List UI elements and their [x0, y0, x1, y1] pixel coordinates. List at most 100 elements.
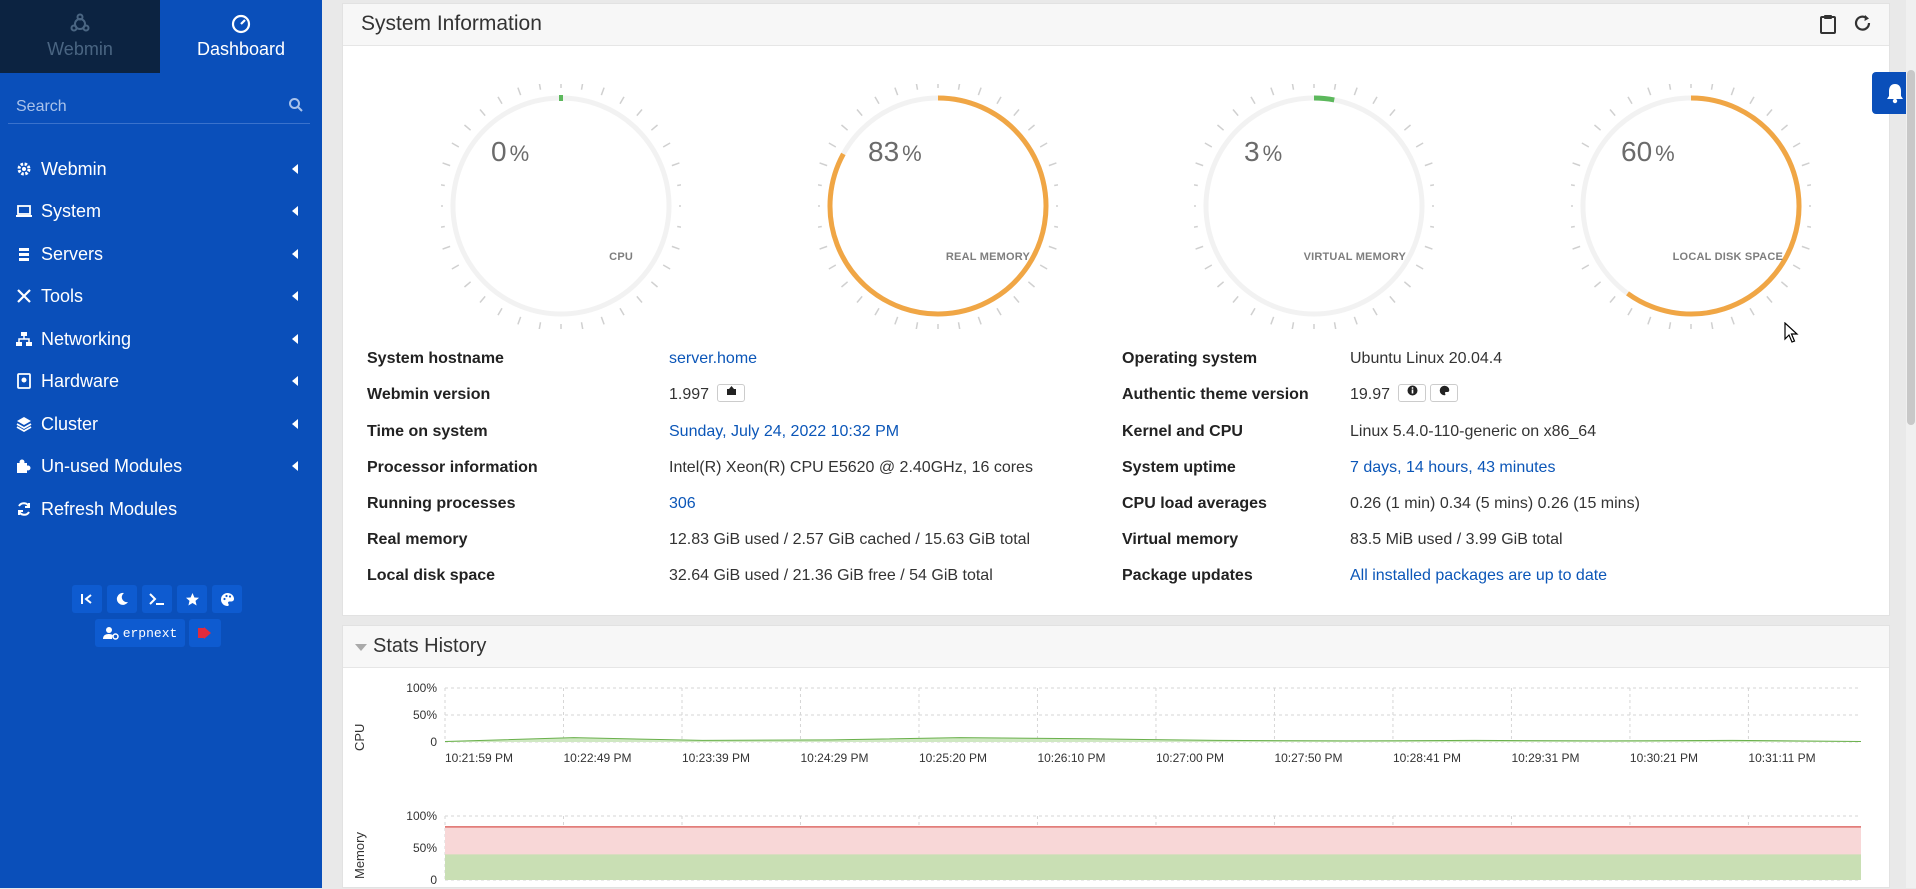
gauge-tick — [1389, 108, 1396, 117]
gauge-tick — [819, 162, 828, 167]
sidebar-item-unused-modules[interactable]: Un-used Modules — [0, 446, 322, 486]
sidebar-item-tools[interactable]: Tools — [0, 276, 322, 316]
x-tick-label: 10:26:10 PM — [1037, 751, 1105, 765]
sidebar-item-networking[interactable]: Networking — [0, 319, 322, 359]
gauge-local-disk-dial — [1571, 84, 1811, 329]
info-key: Webmin version — [367, 386, 491, 403]
gauge-tick — [619, 96, 625, 105]
night-mode-button[interactable] — [107, 585, 137, 613]
time-link[interactable]: Sunday, July 24, 2022 10:32 PM — [669, 423, 899, 441]
info-icon — [1407, 385, 1418, 396]
sidebar-item-label: System — [41, 201, 102, 221]
logout-button[interactable] — [189, 619, 221, 647]
gauge-tick — [1430, 184, 1434, 187]
gauge-tick — [1270, 87, 1275, 96]
gauge-tick — [915, 322, 919, 329]
gauge-cpu-value: 0% — [491, 136, 529, 168]
system-information-title: System Information — [361, 12, 542, 35]
stats-history-header[interactable]: Stats History — [343, 626, 1889, 668]
user-button[interactable]: erpnext — [95, 619, 185, 647]
x-tick-label: 10:28:41 PM — [1393, 751, 1461, 765]
gauge-tick — [1593, 281, 1602, 288]
gauge-tick — [1807, 184, 1811, 187]
sidebar-item-refresh-modules[interactable]: Refresh Modules — [0, 489, 322, 529]
switch-dashboard-label: Dashboard — [196, 39, 286, 59]
palette-icon — [1439, 385, 1449, 396]
gauge-tick — [1039, 142, 1048, 148]
gauge-tick — [1195, 245, 1204, 250]
gauge-tick — [442, 162, 451, 167]
package-updates-link[interactable]: All installed packages are up to date — [1350, 567, 1607, 585]
gauge-tick — [1353, 87, 1358, 96]
info-row: Local disk space 32.64 GiB used / 21.36 … — [367, 567, 1867, 589]
reload-icon[interactable] — [1853, 14, 1873, 34]
gauge-tick — [1216, 124, 1225, 131]
theme-button[interactable] — [212, 585, 242, 613]
x-tick-label: 10:22:49 PM — [563, 751, 631, 765]
caret-left-icon — [292, 164, 298, 174]
sidebar-item-label: Hardware — [41, 371, 120, 391]
favorites-button[interactable] — [177, 585, 207, 613]
database-icon — [19, 248, 29, 261]
gauge-local-disk-value: 60% — [1621, 136, 1675, 168]
sidebar-item-label: Servers — [41, 244, 104, 264]
gauge-tick — [1710, 322, 1714, 329]
stats-history-panel: Stats History CPU Memory 100% 50% 0 10:21:5… — [342, 625, 1890, 888]
theme-info-button[interactable] — [1398, 384, 1427, 402]
gauge-tick — [1353, 316, 1358, 325]
gauge-tick — [828, 142, 837, 148]
switch-dashboard[interactable]: Dashboard — [160, 0, 322, 73]
sidebar-item-system[interactable]: System — [0, 191, 322, 231]
gauge-tick — [1333, 84, 1337, 90]
caret-left-icon — [292, 376, 298, 386]
gauge-value-number: 3 — [1244, 136, 1260, 167]
gauge-tick — [600, 87, 605, 96]
info-value: 12.83 GiB used / 2.57 GiB cached / 15.63… — [669, 531, 1031, 548]
gauge-tick — [1027, 281, 1036, 288]
x-tick-label: 10:24:29 PM — [800, 751, 868, 765]
search-icon[interactable] — [288, 97, 304, 113]
caret-left-icon — [292, 249, 298, 259]
sidebar-item-label: Tools — [41, 286, 84, 306]
info-key: CPU load averages — [1122, 495, 1267, 512]
switch-webmin[interactable]: Webmin — [0, 0, 160, 73]
gauge-tick — [1710, 84, 1714, 90]
clipboard-icon[interactable] — [1819, 14, 1837, 34]
info-key: Local disk space — [367, 567, 496, 584]
terminal-button[interactable] — [142, 585, 172, 613]
gauge-tick — [1571, 184, 1575, 187]
hdd-icon — [17, 373, 31, 389]
gauge-tick — [650, 281, 659, 288]
gauge-tick — [1627, 307, 1633, 316]
user-name: erpnext — [122, 625, 178, 641]
sidebar-item-servers[interactable]: Servers — [0, 234, 322, 274]
search-input[interactable]: Search — [8, 90, 310, 124]
gauge-tick — [1403, 281, 1412, 288]
sidebar-item-cluster[interactable]: Cluster — [0, 404, 322, 444]
webmin-version-button[interactable] — [717, 384, 746, 402]
sidebar-item-hardware[interactable]: Hardware — [0, 361, 322, 401]
processes-link[interactable]: 306 — [669, 495, 696, 513]
gauge-tick — [1627, 96, 1633, 105]
gauge-tick — [441, 225, 445, 228]
gauge-tick — [1424, 162, 1433, 167]
gauge-tick — [1780, 281, 1789, 288]
gauge-value-unit: % — [1655, 141, 1675, 166]
collapse-button[interactable] — [72, 585, 102, 613]
gauge-tick — [580, 84, 584, 90]
gauge-tick — [1232, 295, 1239, 304]
info-key: Package updates — [1122, 567, 1253, 584]
hostname-link[interactable]: server.home — [669, 350, 757, 368]
sidebar: Webmin Dashboard Search Webmin System Se… — [0, 0, 322, 888]
gauge-tick — [580, 322, 584, 329]
uptime-link[interactable]: 7 days, 14 hours, 43 minutes — [1350, 459, 1555, 477]
info-row: System hostname server.home Operating sy… — [367, 350, 1867, 372]
theme-settings-button[interactable] — [1430, 384, 1459, 402]
info-value: Ubuntu Linux 20.04.4 — [1350, 350, 1503, 367]
gauge-tick — [1668, 322, 1672, 329]
gauge-tick — [957, 84, 961, 90]
sidebar-item-webmin[interactable]: Webmin — [0, 149, 322, 189]
gauge-tick — [1593, 124, 1602, 131]
gauge-fill-arc — [1626, 95, 1802, 317]
scrollbar-thumb[interactable] — [1907, 70, 1915, 425]
